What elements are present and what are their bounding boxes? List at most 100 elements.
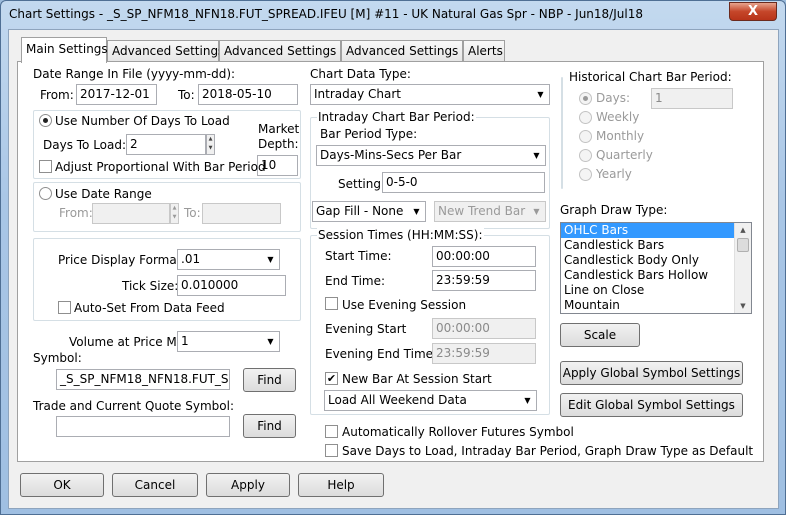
date-range-to-label: To:	[184, 206, 201, 220]
tab-alerts[interactable]: Alerts	[463, 40, 505, 62]
auto-set-label: Auto-Set From Data Feed	[74, 301, 225, 315]
days-to-load-field[interactable]: 2	[126, 134, 206, 155]
historical-bar-period-label: Historical Chart Bar Period:	[568, 70, 733, 84]
list-item-ohlc-bars[interactable]: OHLC Bars	[561, 223, 751, 238]
historical-monthly-label: Monthly	[596, 129, 645, 143]
tab-advanced-settings-2[interactable]: Advanced Settings 2	[219, 40, 348, 62]
end-time-label: End Time:	[325, 274, 386, 288]
scale-button[interactable]: Scale	[560, 323, 640, 347]
session-times-label: Session Times (HH:MM:SS):	[317, 228, 484, 242]
historical-yearly-radio[interactable]	[579, 168, 592, 181]
spin-up-icon[interactable]: ▲	[209, 136, 213, 142]
help-button[interactable]: Help	[298, 473, 384, 497]
days-spinner[interactable]: ▲ ▼	[206, 134, 215, 155]
chevron-down-icon[interactable]: ▼	[263, 333, 278, 350]
start-time-label: Start Time:	[325, 249, 392, 263]
apply-global-symbol-settings-button[interactable]: Apply Global Symbol Settings	[560, 361, 743, 385]
spin-down-icon[interactable]: ▼	[209, 145, 213, 151]
evening-end-time-field[interactable]: 23:59:59	[432, 343, 536, 364]
end-time-field[interactable]: 23:59:59	[432, 270, 536, 291]
historical-quarterly-radio[interactable]	[579, 149, 592, 162]
auto-rollover-checkbox[interactable]	[325, 425, 338, 438]
use-evening-session-label: Use Evening Session	[342, 298, 467, 312]
date-range-from-spinner[interactable]: ▲ ▼	[170, 203, 179, 224]
chevron-down-icon[interactable]: ▼	[529, 203, 544, 220]
save-as-default-checkbox[interactable]	[325, 444, 338, 457]
weekend-data-dropdown[interactable]: Load All Weekend Data ▼	[324, 390, 537, 411]
bar-period-type-dropdown[interactable]: Days-Mins-Secs Per Bar ▼	[316, 145, 546, 166]
cancel-button[interactable]: Cancel	[112, 473, 198, 497]
new-trend-bar-dropdown[interactable]: New Trend Bar W ▼	[434, 201, 546, 222]
list-item-candlestick-bars-hollow[interactable]: Candlestick Bars Hollow	[561, 268, 751, 283]
volume-mult-value: 1	[181, 334, 189, 348]
date-range-to-field[interactable]	[202, 203, 281, 224]
apply-button[interactable]: Apply	[206, 473, 290, 497]
new-bar-at-session-start-checkbox[interactable]: ✔	[325, 372, 338, 385]
scroll-up-icon[interactable]: ▲	[735, 223, 751, 237]
list-item-candlestick-body-only[interactable]: Candlestick Body Only	[561, 253, 751, 268]
tab-advanced-settings-3[interactable]: Advanced Settings 3	[341, 40, 470, 62]
use-date-range-radio[interactable]	[39, 187, 52, 200]
graph-draw-type-list[interactable]: OHLC Bars Candlestick Bars Candlestick B…	[560, 222, 752, 314]
to-date-field[interactable]: 2018-05-10	[198, 84, 298, 105]
volume-mult-dropdown[interactable]: 1 ▼	[177, 331, 280, 352]
close-button[interactable]: X	[729, 2, 777, 21]
spin-up-icon[interactable]: ▲	[173, 205, 177, 211]
historical-quarterly-label: Quarterly	[596, 148, 653, 162]
historical-weekly-radio[interactable]	[579, 111, 592, 124]
gap-fill-value: Gap Fill - None	[316, 204, 404, 218]
symbol-find-button[interactable]: Find	[243, 368, 296, 392]
use-number-of-days-radio[interactable]	[39, 114, 52, 127]
historical-monthly-radio[interactable]	[579, 130, 592, 143]
quote-symbol-find-button[interactable]: Find	[243, 414, 296, 438]
bar-period-type-value: Days-Mins-Secs Per Bar	[320, 148, 462, 162]
tab-advanced-settings[interactable]: Advanced Settings	[107, 40, 224, 62]
adjust-proportional-label: Adjust Proportional With Bar Period	[55, 160, 266, 174]
window-title: Chart Settings - _S_SP_NFM18_NFN18.FUT_S…	[9, 7, 643, 21]
setting-label: Setting:	[338, 177, 386, 191]
list-item-candlestick-bars[interactable]: Candlestick Bars	[561, 238, 751, 253]
auto-rollover-label: Automatically Rollover Futures Symbol	[342, 425, 574, 439]
from-date-field[interactable]: 2017-12-01	[76, 84, 157, 105]
historical-weekly-label: Weekly	[596, 110, 640, 124]
scrollbar-thumb[interactable]	[737, 238, 749, 252]
price-display-format-dropdown[interactable]: .01 ▼	[177, 249, 280, 270]
spin-down-icon[interactable]: ▼	[173, 214, 177, 220]
scroll-down-icon[interactable]: ▼	[735, 299, 751, 313]
tick-size-field[interactable]: 0.010000	[177, 275, 286, 296]
use-evening-session-checkbox[interactable]	[325, 297, 338, 310]
chevron-down-icon[interactable]: ▼	[409, 203, 424, 220]
quote-symbol-field[interactable]	[56, 416, 230, 437]
list-item-line-on-close[interactable]: Line on Close	[561, 283, 751, 298]
price-display-format-value: .01	[181, 252, 201, 266]
evening-end-time-label: Evening End Time:	[325, 347, 438, 361]
to-label: To:	[178, 88, 195, 102]
from-label: From:	[40, 88, 74, 102]
chevron-down-icon[interactable]: ▼	[263, 251, 278, 268]
chart-data-type-label: Chart Data Type:	[310, 67, 411, 81]
edit-global-symbol-settings-button[interactable]: Edit Global Symbol Settings	[560, 393, 743, 417]
date-range-from-label: From:	[59, 206, 93, 220]
chevron-down-icon[interactable]: ▼	[520, 392, 535, 409]
list-item-mountain[interactable]: Mountain	[561, 298, 751, 313]
gap-fill-dropdown[interactable]: Gap Fill - None ▼	[312, 201, 426, 222]
auto-set-checkbox[interactable]	[58, 301, 71, 314]
chart-data-type-dropdown[interactable]: Intraday Chart ▼	[310, 84, 550, 105]
chevron-down-icon[interactable]: ▼	[533, 86, 548, 103]
historical-days-field[interactable]: 1	[651, 88, 733, 109]
symbol-field[interactable]: _S_SP_NFM18_NFN18.FUT_S	[56, 369, 230, 390]
date-range-from-field[interactable]	[92, 203, 170, 224]
tab-main-settings[interactable]: Main Settings	[21, 37, 108, 63]
setting-field[interactable]: 0-5-0	[382, 172, 545, 193]
use-date-range-label: Use Date Range	[55, 187, 152, 201]
list-scrollbar[interactable]: ▲ ▼	[734, 223, 751, 313]
use-number-of-days-label: Use Number Of Days To Load	[55, 114, 230, 128]
start-time-field[interactable]: 00:00:00	[432, 246, 536, 267]
adjust-proportional-checkbox[interactable]	[39, 160, 52, 173]
ok-button[interactable]: OK	[20, 473, 104, 497]
evening-start-field[interactable]: 00:00:00	[432, 318, 536, 339]
save-as-default-label: Save Days to Load, Intraday Bar Period, …	[342, 444, 754, 458]
chevron-down-icon[interactable]: ▼	[529, 147, 544, 164]
historical-days-radio[interactable]	[579, 92, 592, 105]
graph-draw-type-label: Graph Draw Type:	[560, 203, 668, 217]
